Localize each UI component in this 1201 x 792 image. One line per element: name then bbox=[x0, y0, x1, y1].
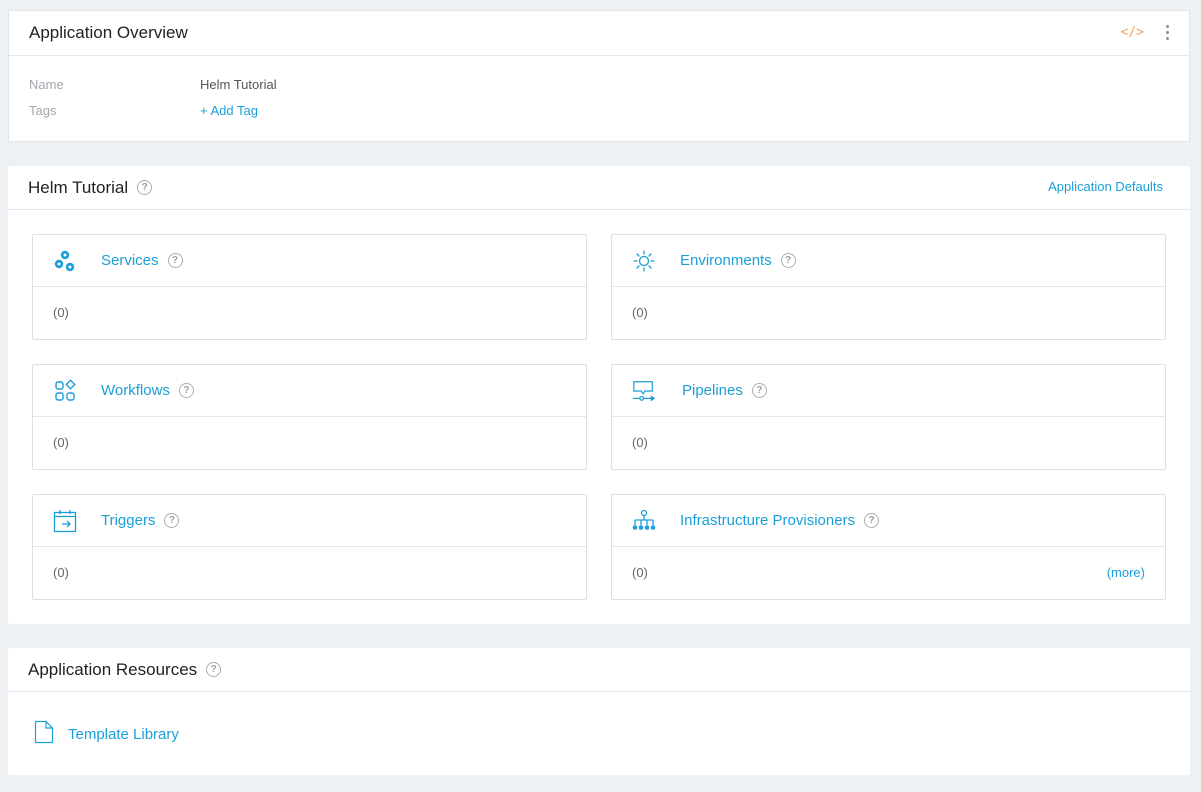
triggers-icon bbox=[53, 509, 77, 533]
application-card: Helm Tutorial ? Application Defaults Ser… bbox=[8, 166, 1190, 624]
add-tag-link[interactable]: + Add Tag bbox=[200, 103, 258, 118]
workflows-link[interactable]: Workflows bbox=[101, 382, 170, 399]
services-link[interactable]: Services bbox=[101, 252, 159, 269]
workflows-count: (0) bbox=[53, 435, 69, 450]
code-icon[interactable]: </> bbox=[1121, 25, 1144, 40]
pipelines-tile: Pipelines ? (0) bbox=[611, 364, 1166, 470]
more-options-icon[interactable] bbox=[1162, 23, 1173, 42]
app-title: Helm Tutorial bbox=[28, 177, 129, 197]
services-icon bbox=[53, 249, 77, 273]
app-header: Helm Tutorial ? Application Defaults bbox=[8, 166, 1190, 210]
services-help-icon[interactable]: ? bbox=[167, 253, 183, 268]
workflows-icon bbox=[53, 378, 77, 403]
triggers-link[interactable]: Triggers bbox=[101, 512, 155, 529]
overview-title: Application Overview bbox=[29, 23, 188, 42]
environments-tile: Environments ? (0) bbox=[611, 234, 1166, 340]
tags-label: Tags bbox=[29, 103, 57, 118]
services-tile: Services ? (0) bbox=[32, 234, 587, 340]
resources-header: Application Resources ? bbox=[8, 648, 1190, 692]
environments-help-icon[interactable]: ? bbox=[780, 253, 796, 268]
name-label: Name bbox=[29, 77, 64, 92]
template-library-label: Template Library bbox=[68, 726, 179, 743]
help-icon[interactable]: ? bbox=[137, 180, 153, 195]
triggers-help-icon[interactable]: ? bbox=[164, 513, 180, 528]
application-overview-card: Application Overview </> Name Helm Tutor… bbox=[8, 10, 1190, 142]
environments-icon bbox=[632, 249, 656, 273]
provisioners-help-icon[interactable]: ? bbox=[864, 513, 880, 528]
overview-header: Application Overview </> bbox=[9, 11, 1189, 56]
environments-count: (0) bbox=[632, 305, 648, 320]
environments-link[interactable]: Environments bbox=[680, 252, 772, 269]
resources-help-icon[interactable]: ? bbox=[206, 662, 222, 677]
pipelines-help-icon[interactable]: ? bbox=[751, 383, 767, 398]
application-defaults-link[interactable]: Application Defaults bbox=[1048, 179, 1163, 194]
provisioners-icon bbox=[632, 509, 656, 533]
resources-title: Application Resources bbox=[28, 659, 198, 679]
triggers-tile: Triggers ? (0) bbox=[32, 494, 587, 600]
workflows-tile: Workflows ? (0) bbox=[32, 364, 587, 470]
pipelines-count: (0) bbox=[632, 435, 648, 450]
pipelines-link[interactable]: Pipelines bbox=[682, 382, 743, 399]
more-link[interactable]: (more) bbox=[1107, 565, 1145, 580]
triggers-count: (0) bbox=[53, 565, 69, 580]
services-count: (0) bbox=[53, 305, 69, 320]
template-library-link[interactable]: Template Library bbox=[34, 720, 179, 749]
file-icon bbox=[34, 720, 54, 749]
name-value: Helm Tutorial bbox=[200, 77, 277, 92]
application-resources-card: Application Resources ? Template Library bbox=[8, 648, 1190, 775]
pipelines-icon bbox=[632, 379, 656, 403]
infrastructure-provisioners-link[interactable]: Infrastructure Provisioners bbox=[680, 512, 855, 529]
workflows-help-icon[interactable]: ? bbox=[178, 383, 194, 398]
infrastructure-provisioners-tile: Infrastructure Provisioners ? (0) (more) bbox=[611, 494, 1166, 600]
provisioners-count: (0) bbox=[632, 565, 648, 580]
